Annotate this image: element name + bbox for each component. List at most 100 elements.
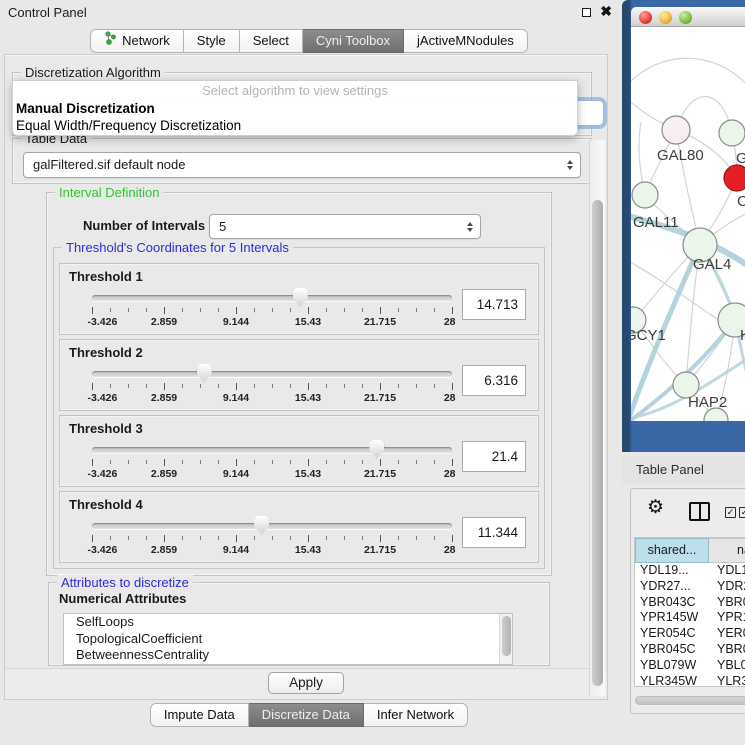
attributes-scrollbar[interactable]: [499, 614, 512, 664]
slider-ruler: -3.4262.8599.14415.4321.71528: [92, 383, 452, 405]
slider-thumb[interactable]: [293, 288, 308, 307]
table-row[interactable]: YBL079WYBL0: [635, 658, 745, 674]
close-traffic-light[interactable]: [639, 11, 652, 24]
tick-label: 2.859: [151, 316, 177, 328]
slider-track[interactable]: [92, 295, 452, 301]
slider-thumb[interactable]: [254, 516, 269, 535]
tick-label: 2.859: [151, 544, 177, 556]
table-horizontal-scrollbar[interactable]: [635, 696, 745, 705]
tick-label: 15.43: [295, 316, 321, 328]
popup-option-equal-width[interactable]: Equal Width/Frequency Discretization: [13, 117, 577, 134]
network-node-gal11[interactable]: [632, 182, 658, 208]
slider-thumb[interactable]: [197, 364, 212, 383]
slider-track[interactable]: [92, 371, 452, 377]
tab-label: Network: [122, 30, 170, 52]
panel-vertical-scrollbar[interactable]: [589, 140, 605, 696]
tick-mark: [398, 536, 399, 540]
table-data-combobox[interactable]: galFiltered.sif default node: [23, 152, 581, 178]
tick-label: 9.144: [223, 392, 249, 404]
threshold-value-field[interactable]: 11.344: [462, 517, 526, 548]
tick-mark: [146, 308, 147, 312]
threshold-value-field[interactable]: 6.316: [462, 365, 526, 396]
attribute-list-item[interactable]: SelfLoops: [64, 614, 512, 631]
tick-mark: [272, 384, 273, 388]
popup-option-manual-discretization[interactable]: Manual Discretization: [13, 100, 577, 117]
table-row[interactable]: YLR345WYLR3: [635, 674, 745, 687]
network-node-gal80[interactable]: [662, 116, 690, 144]
table-row[interactable]: YBR045CYBR0: [635, 642, 745, 658]
number-of-intervals-combobox[interactable]: 5: [209, 214, 481, 239]
tab-select[interactable]: Select: [240, 29, 303, 53]
tab-network[interactable]: Network: [90, 29, 184, 53]
table-row[interactable]: YBR043CYBR0: [635, 595, 745, 611]
close-icon[interactable]: ✖: [600, 3, 612, 20]
tab-label: Style: [197, 30, 226, 52]
tick-mark: [236, 383, 237, 390]
group-title: Interval Definition: [55, 185, 163, 200]
tab-infer-network[interactable]: Infer Network: [364, 703, 468, 727]
column-header-shared-name[interactable]: shared...: [635, 538, 709, 563]
scrollbar-thumb[interactable]: [592, 200, 603, 686]
tick-mark: [452, 535, 453, 542]
threshold-panel: Threshold 3-3.4262.8599.14415.4321.71528…: [59, 415, 539, 487]
scrollbar-thumb[interactable]: [502, 616, 511, 656]
tick-mark: [308, 535, 309, 542]
tick-mark: [344, 460, 345, 464]
slider-thumb[interactable]: [369, 440, 384, 459]
tab-label: Discretize Data: [262, 704, 350, 726]
column-header-name[interactable]: name: [709, 538, 745, 563]
split-columns-icon[interactable]: [689, 502, 710, 521]
tick-mark: [146, 536, 147, 540]
table-row[interactable]: YPR145WYPR1: [635, 610, 745, 626]
tab-style[interactable]: Style: [184, 29, 240, 53]
table-row[interactable]: YDR27...YDR2: [635, 579, 745, 595]
tick-mark: [416, 460, 417, 464]
tick-mark: [92, 307, 93, 314]
threshold-label: Threshold 3: [69, 421, 143, 436]
table-data-group: Table Data galFiltered.sif default node: [12, 138, 592, 184]
tab-discretize-data[interactable]: Discretize Data: [249, 703, 364, 727]
tick-mark: [182, 536, 183, 540]
tick-label: -3.426: [88, 468, 118, 480]
threshold-label: Threshold 4: [69, 497, 143, 512]
tick-mark: [362, 308, 363, 312]
table-row[interactable]: YER054CYER0: [635, 626, 745, 642]
network-canvas[interactable]: GAL80GCGAL11GAL4GCY1HHAP2: [631, 27, 745, 421]
algorithm-hint-text: Select algorithm to view settings: [13, 82, 577, 100]
checkbox-checked-icon[interactable]: ✓: [739, 507, 745, 518]
network-window-titlebar[interactable]: [631, 7, 745, 27]
table-row[interactable]: YDL19...YDL1: [635, 563, 745, 579]
tick-mark: [344, 384, 345, 388]
settings-gear-icon[interactable]: ⚙: [647, 498, 664, 517]
zoom-traffic-light[interactable]: [679, 11, 692, 24]
slider-track[interactable]: [92, 523, 452, 529]
tick-mark: [146, 384, 147, 388]
network-node-g[interactable]: [719, 120, 745, 146]
threshold-value-field[interactable]: 21.4: [462, 441, 526, 472]
attribute-list-item[interactable]: BetweennessCentrality: [64, 647, 512, 664]
apply-button[interactable]: Apply: [268, 672, 344, 694]
network-node-c[interactable]: [724, 165, 745, 191]
table-toolbar: ⚙ ✓ ✓: [631, 489, 745, 535]
threshold-value-field[interactable]: 14.713: [462, 289, 526, 320]
tab-jactivemnodules[interactable]: jActiveMNodules: [404, 29, 528, 53]
tick-mark: [128, 384, 129, 388]
tick-mark: [308, 383, 309, 390]
tick-mark: [200, 384, 201, 388]
checkbox-checked-icon[interactable]: ✓: [725, 507, 736, 518]
tab-impute-data[interactable]: Impute Data: [150, 703, 249, 727]
tick-mark: [110, 308, 111, 312]
float-window-icon[interactable]: [582, 8, 591, 17]
stepper-arrows-icon: [567, 160, 573, 170]
cell-name: YER0: [709, 626, 745, 642]
tick-label: 21.715: [364, 392, 396, 404]
cell-name: YDR2: [709, 579, 745, 595]
network-edge[interactable]: [631, 58, 745, 87]
attribute-list-item[interactable]: TopologicalCoefficient: [64, 631, 512, 648]
tick-label: 15.43: [295, 392, 321, 404]
slider-track[interactable]: [92, 447, 452, 453]
tab-cyni-toolbox[interactable]: Cyni Toolbox: [303, 29, 404, 53]
cell-name: YPR1: [709, 610, 745, 626]
numerical-attributes-list[interactable]: SelfLoopsTopologicalCoefficientBetweenne…: [63, 613, 513, 665]
minimize-traffic-light[interactable]: [659, 11, 672, 24]
